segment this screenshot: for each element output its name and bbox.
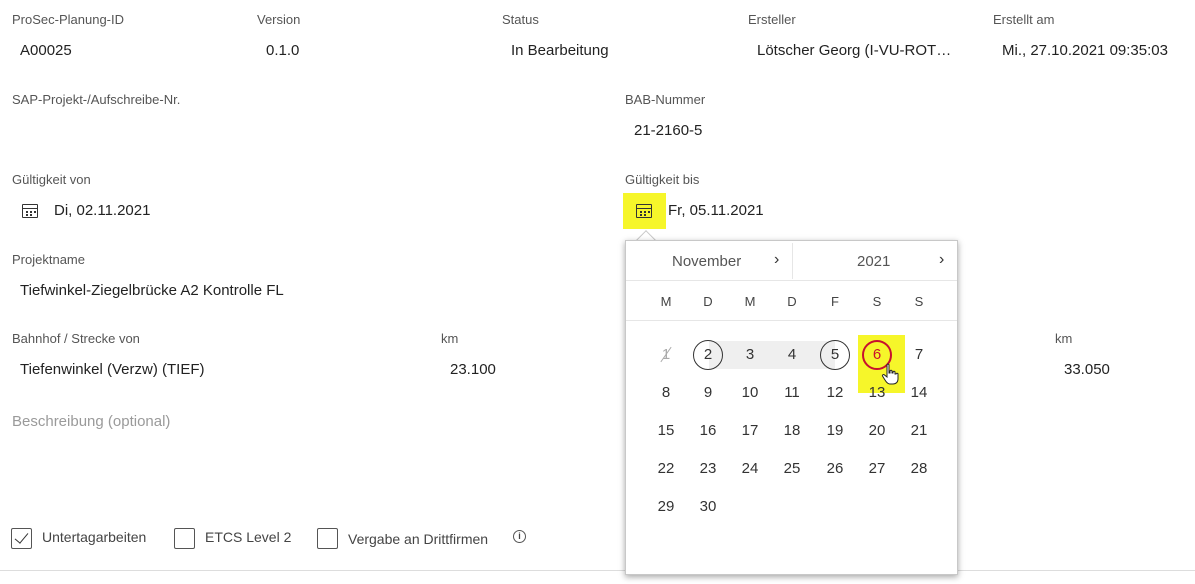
bab-number-value: 21-2160-5: [634, 122, 703, 139]
km-from-label: km: [441, 331, 459, 346]
calendar-day-17[interactable]: 17: [735, 416, 765, 446]
checkbox-etcs-level-2[interactable]: [174, 528, 195, 549]
calendar-day-26[interactable]: 26: [820, 454, 850, 484]
calendar-day-27[interactable]: 27: [862, 454, 892, 484]
weekday-header: MDMDFSS: [626, 281, 957, 321]
calendar-day-19[interactable]: 19: [820, 416, 850, 446]
planning-id-value: A00025: [20, 42, 72, 59]
version-value: 0.1.0: [266, 42, 300, 59]
selected-range-background: [709, 341, 835, 369]
next-year-chevron-icon[interactable]: ›: [939, 251, 944, 269]
station-from-value[interactable]: Tiefenwinkel (Verzw) (TIEF): [20, 361, 204, 378]
month-selector[interactable]: November: [672, 253, 741, 270]
calendar-day-30[interactable]: 30: [693, 492, 723, 522]
calendar-day-14[interactable]: 14: [904, 378, 934, 408]
calendar-day-12[interactable]: 12: [820, 378, 850, 408]
calendar-icon[interactable]: [636, 204, 652, 218]
calendar-day-21[interactable]: 21: [904, 416, 934, 446]
calendar-day-4[interactable]: 4: [777, 340, 807, 370]
calendar-day-18[interactable]: 18: [777, 416, 807, 446]
calendar-day-2[interactable]: 2: [693, 340, 723, 370]
calendar-day-28[interactable]: 28: [904, 454, 934, 484]
valid-from-value[interactable]: Di, 02.11.2021: [54, 202, 150, 219]
divider: [0, 570, 1195, 571]
calendar-day-16[interactable]: 16: [693, 416, 723, 446]
checkbox-underground-work-label: Untertagarbeiten: [42, 529, 147, 545]
station-from-label: Bahnhof / Strecke von: [12, 331, 140, 346]
planning-id-label: ProSec-Planung-ID: [12, 12, 124, 27]
valid-to-label: Gültigkeit bis: [625, 172, 700, 187]
calendar-day-29[interactable]: 29: [651, 492, 681, 522]
checkbox-third-party-award-label: Vergabe an Drittfirmen: [348, 531, 489, 547]
weekday-label: D: [703, 294, 713, 309]
calendar-day-11[interactable]: 11: [777, 378, 807, 408]
header-separator: [792, 243, 793, 279]
checkbox-underground-work[interactable]: [11, 528, 32, 549]
km-to-label: km: [1055, 331, 1073, 346]
calendar-day-1: 1: [660, 346, 672, 363]
calendar-day-22[interactable]: 22: [651, 454, 681, 484]
hand-cursor-icon: [881, 363, 899, 385]
calendar-day-25[interactable]: 25: [777, 454, 807, 484]
calendar-day-3[interactable]: 3: [735, 340, 765, 370]
calendar-day-9[interactable]: 9: [693, 378, 723, 408]
calendar-day-20[interactable]: 20: [862, 416, 892, 446]
weekday-label: M: [660, 294, 672, 309]
creator-value: Lötscher Georg (I-VU-ROT…: [757, 42, 952, 59]
status-label: Status: [502, 12, 539, 27]
date-picker-popup: November › 2021 › MDMDFSS 1 2 3 4 5 6 7 8 9 10 11 1…: [625, 240, 958, 575]
weekday-label: F: [831, 294, 839, 309]
info-icon[interactable]: i: [513, 530, 526, 543]
created-at-value: Mi., 27.10.2021 09:35:03: [1002, 42, 1168, 59]
calendar-day-8[interactable]: 8: [651, 378, 681, 408]
checkbox-third-party-award[interactable]: [317, 528, 338, 549]
status-value: In Bearbeitung: [511, 42, 609, 59]
calendar-day-24[interactable]: 24: [735, 454, 765, 484]
calendar-day-7[interactable]: 7: [904, 340, 934, 370]
project-name-label: Projektname: [12, 252, 85, 267]
creator-label: Ersteller: [748, 12, 796, 27]
weekday-label: D: [787, 294, 797, 309]
calendar-day-15[interactable]: 15: [651, 416, 681, 446]
weekday-label: M: [744, 294, 756, 309]
km-to-value[interactable]: 33.050: [1064, 361, 1110, 378]
created-at-label: Erstellt am: [993, 12, 1055, 27]
calendar-icon[interactable]: [22, 204, 38, 218]
valid-from-label: Gültigkeit von: [12, 172, 91, 187]
calendar-day-5[interactable]: 5: [820, 340, 850, 370]
weekday-label: S: [914, 294, 924, 309]
valid-to-value[interactable]: Fr, 05.11.2021: [668, 202, 764, 219]
description-field[interactable]: Beschreibung (optional): [12, 413, 170, 430]
project-name-value[interactable]: Tiefwinkel-Ziegelbrücke A2 Kontrolle FL: [20, 282, 284, 299]
weekday-label: S: [872, 294, 882, 309]
year-selector[interactable]: 2021: [857, 253, 890, 270]
next-month-chevron-icon[interactable]: ›: [774, 251, 779, 269]
date-picker-header: November › 2021 ›: [626, 241, 957, 281]
km-from-value[interactable]: 23.100: [450, 361, 496, 378]
calendar-day-10[interactable]: 10: [735, 378, 765, 408]
version-label: Version: [257, 12, 301, 27]
bab-number-label: BAB-Nummer: [625, 92, 706, 107]
sap-number-label: SAP-Projekt-/Aufschreibe-Nr.: [12, 92, 181, 107]
checkbox-etcs-level-2-label: ETCS Level 2: [205, 529, 292, 545]
calendar-day-23[interactable]: 23: [693, 454, 723, 484]
